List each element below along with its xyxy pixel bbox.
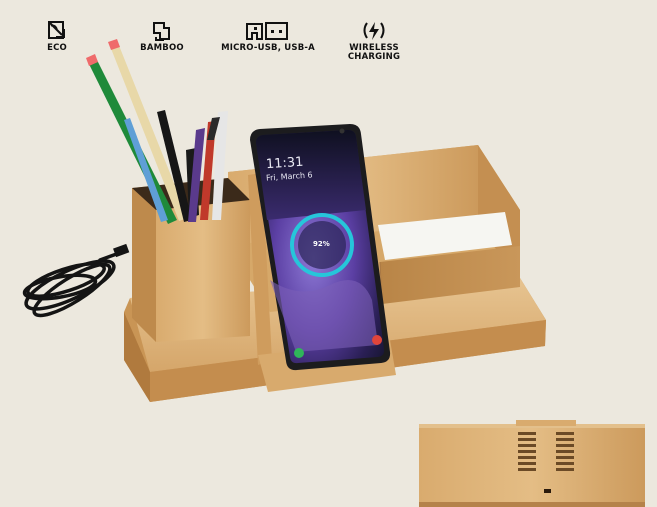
pencils-and-pens <box>86 39 228 224</box>
battery-percentage: 92% <box>313 240 330 248</box>
phone-time: 11:31 <box>265 154 304 173</box>
back-view <box>419 420 645 507</box>
product-illustration <box>22 39 645 507</box>
usb-cable <box>22 243 130 318</box>
